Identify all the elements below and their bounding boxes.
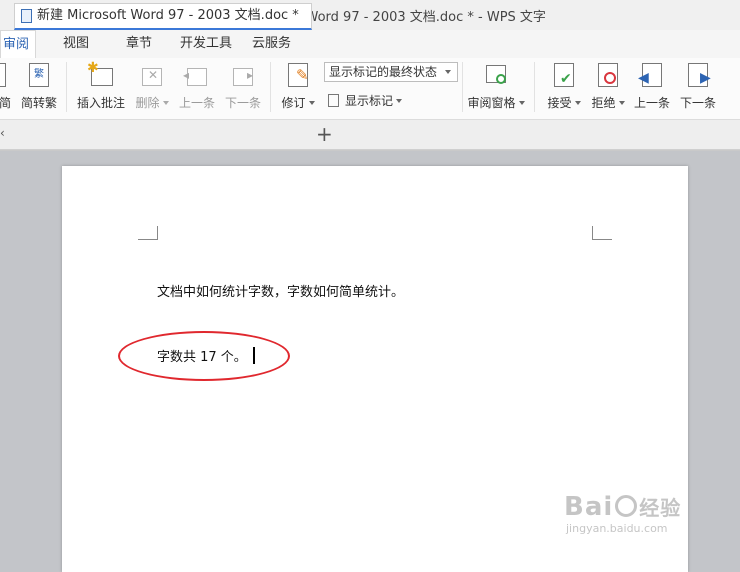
insert-comment-icon: ✱ bbox=[87, 60, 113, 88]
simplified-label: 简 bbox=[0, 96, 11, 110]
delete-label: 删除 bbox=[135, 96, 160, 110]
simplified-icon bbox=[0, 62, 10, 88]
chevron-down-icon bbox=[162, 101, 169, 105]
baidu-watermark: Bai 经验 jingyan.baidu.com bbox=[564, 492, 714, 558]
next-change-icon: ▶ bbox=[686, 62, 711, 88]
show-markup-label: 显示标记 bbox=[345, 94, 394, 108]
track-changes-icon: ✎ bbox=[286, 62, 310, 88]
ribbon-separator bbox=[534, 62, 535, 112]
chevron-down-icon bbox=[574, 101, 581, 105]
add-tab-button[interactable]: + bbox=[316, 122, 333, 146]
accept-button[interactable]: ✔ 接受 bbox=[544, 62, 584, 111]
track-changes-button[interactable]: ✎ 修订 bbox=[278, 62, 318, 111]
next-change-button[interactable]: ▶ 下一条 bbox=[678, 62, 718, 111]
next-comment-icon: ▸ bbox=[231, 62, 255, 88]
document-tab-label: 新建 Microsoft Word 97 - 2003 文档.doc * bbox=[37, 8, 299, 23]
tab-scroll-left-icon[interactable]: ‹ bbox=[0, 126, 5, 140]
delete-comment-icon: ✕ bbox=[140, 62, 164, 88]
chevron-down-icon bbox=[396, 99, 403, 103]
review-pane-label: 审阅窗格 bbox=[467, 96, 516, 110]
chevron-down-icon bbox=[618, 101, 625, 105]
document-tab[interactable]: 新建 Microsoft Word 97 - 2003 文档.doc * bbox=[14, 3, 312, 30]
watermark-url: jingyan.baidu.com bbox=[566, 522, 668, 535]
show-markup-button[interactable]: 显示标记 bbox=[328, 92, 403, 109]
delete-comment-button[interactable]: ✕ 删除 bbox=[132, 62, 172, 111]
insert-comment-button[interactable]: ✱ 插入批注 bbox=[74, 60, 128, 111]
highlight-ellipse bbox=[118, 331, 290, 381]
previous-change-button[interactable]: ◀ 上一条 bbox=[632, 62, 672, 111]
next-comment-label: 下一条 bbox=[224, 96, 261, 110]
previous-comment-label: 上一条 bbox=[178, 96, 215, 110]
insert-comment-label: 插入批注 bbox=[76, 96, 125, 110]
ribbon-separator bbox=[462, 62, 463, 112]
previous-change-icon: ◀ bbox=[638, 62, 664, 88]
track-changes-label: 修订 bbox=[281, 96, 306, 110]
previous-comment-icon: ◂ bbox=[183, 62, 209, 88]
tab-cloud-services[interactable]: 云服务 bbox=[252, 30, 291, 58]
tab-section[interactable]: 章节 bbox=[126, 30, 152, 58]
tab-review[interactable]: 审阅 bbox=[0, 30, 37, 58]
chevron-down-icon bbox=[445, 70, 451, 74]
previous-comment-button[interactable]: ◂ 上一条 bbox=[176, 62, 218, 111]
markup-state-value: 显示标记的最终状态 bbox=[329, 65, 438, 79]
tab-developer-tools[interactable]: 开发工具 bbox=[180, 30, 232, 58]
paw-icon bbox=[615, 495, 638, 517]
document-icon bbox=[21, 9, 32, 23]
convert-simplified-traditional-button[interactable]: 繁 简转繁 bbox=[18, 62, 60, 111]
document-tab-bar bbox=[0, 120, 740, 150]
markup-state-select[interactable]: 显示标记的最终状态 bbox=[324, 62, 458, 82]
convert-label: 简转繁 bbox=[20, 96, 57, 110]
watermark-brand: Bai 经验 bbox=[564, 492, 714, 522]
chevron-down-icon bbox=[308, 101, 315, 105]
reject-icon bbox=[596, 62, 620, 88]
watermark-brand-text: Bai bbox=[564, 492, 614, 522]
watermark-brand-text-2: 经验 bbox=[639, 496, 682, 520]
next-comment-button[interactable]: ▸ 下一条 bbox=[222, 62, 264, 111]
next-change-label: 下一条 bbox=[679, 96, 716, 110]
reject-label: 拒绝 bbox=[591, 96, 616, 110]
reject-button[interactable]: 拒绝 bbox=[588, 62, 628, 111]
review-pane-button[interactable]: 审阅窗格 bbox=[466, 62, 526, 111]
accept-icon: ✔ bbox=[552, 62, 576, 88]
margin-corner-mark bbox=[592, 226, 612, 240]
show-markup-icon bbox=[328, 94, 339, 107]
tab-view[interactable]: 视图 bbox=[63, 30, 89, 58]
review-pane-icon bbox=[484, 62, 508, 88]
chevron-down-icon bbox=[518, 101, 525, 105]
menu-tabs: 审阅 视图 章节 开发工具 云服务 bbox=[0, 30, 740, 58]
margin-corner-mark bbox=[138, 226, 158, 240]
ribbon-separator bbox=[66, 62, 67, 112]
previous-change-label: 上一条 bbox=[633, 96, 670, 110]
ribbon-separator bbox=[270, 62, 271, 112]
traditional-convert-icon: 繁 bbox=[27, 62, 51, 88]
simplified-button[interactable]: 简 bbox=[0, 62, 12, 111]
accept-label: 接受 bbox=[547, 96, 572, 110]
document-paragraph-1[interactable]: 文档中如何统计字数，字数如何简单统计。 bbox=[157, 281, 404, 300]
